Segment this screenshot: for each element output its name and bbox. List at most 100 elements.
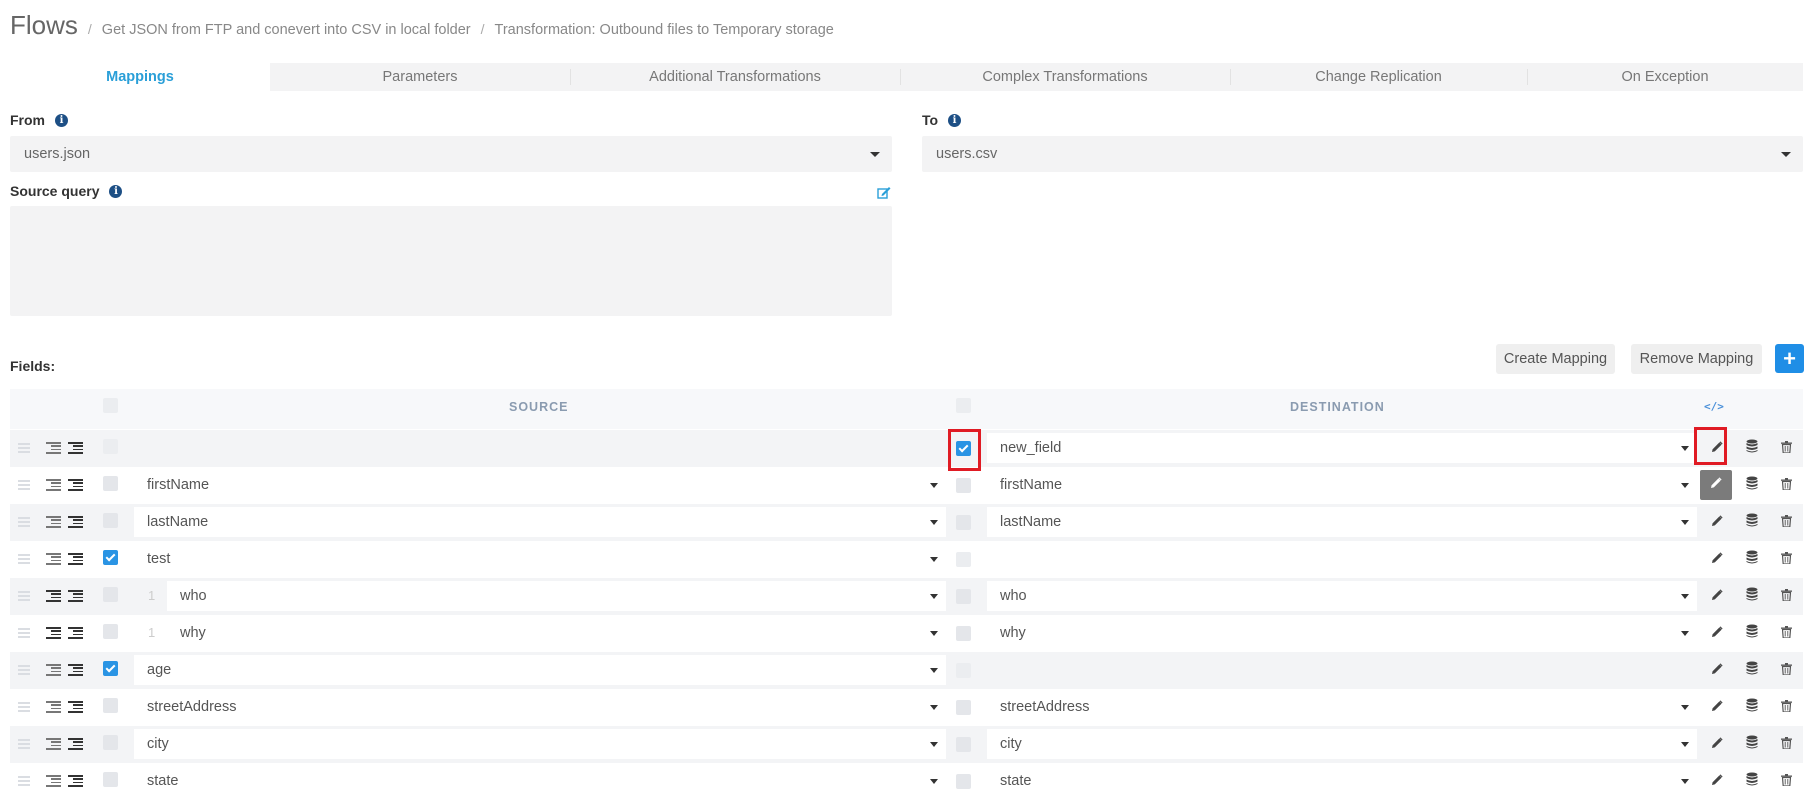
source-field-select[interactable]: firstName bbox=[134, 470, 946, 500]
edit-mapping-button[interactable] bbox=[1705, 659, 1728, 682]
edit-icon[interactable] bbox=[877, 186, 891, 200]
indent-icon[interactable] bbox=[68, 442, 83, 454]
page-title[interactable]: Flows bbox=[10, 10, 78, 41]
destination-checkbox[interactable] bbox=[956, 589, 971, 604]
edit-mapping-button[interactable] bbox=[1700, 470, 1732, 500]
indent-icon[interactable] bbox=[68, 775, 83, 787]
destination-checkbox[interactable] bbox=[956, 737, 971, 752]
source-checkbox[interactable] bbox=[103, 661, 118, 676]
info-icon[interactable]: i bbox=[55, 113, 68, 127]
code-icon[interactable]: </> bbox=[1704, 400, 1724, 413]
outdent-icon[interactable] bbox=[46, 664, 61, 676]
indent-icon[interactable] bbox=[68, 738, 83, 750]
indent-icon[interactable] bbox=[68, 590, 83, 602]
destination-field-select[interactable]: lastName bbox=[987, 507, 1697, 537]
source-checkbox[interactable] bbox=[103, 439, 118, 454]
edit-mapping-button[interactable] bbox=[1705, 770, 1728, 793]
destination-field-select[interactable]: who bbox=[987, 581, 1697, 611]
database-button[interactable] bbox=[1740, 511, 1763, 534]
database-button[interactable] bbox=[1740, 585, 1763, 608]
tab-on-exception[interactable]: On Exception bbox=[1527, 63, 1803, 91]
destination-field-select[interactable]: new_field bbox=[987, 433, 1697, 463]
source-checkbox[interactable] bbox=[103, 476, 118, 491]
edit-mapping-button[interactable] bbox=[1705, 585, 1728, 608]
outdent-icon[interactable] bbox=[46, 590, 61, 602]
source-field-select[interactable]: who bbox=[167, 581, 946, 611]
source-checkbox[interactable] bbox=[103, 513, 118, 528]
destination-field-select[interactable]: city bbox=[987, 729, 1697, 759]
destination-checkbox[interactable] bbox=[956, 552, 971, 567]
database-button[interactable] bbox=[1740, 770, 1763, 793]
drag-handle-icon[interactable] bbox=[18, 554, 30, 564]
destination-field-select[interactable]: state bbox=[987, 766, 1697, 796]
indent-icon[interactable] bbox=[68, 479, 83, 491]
edit-mapping-button[interactable] bbox=[1705, 548, 1728, 571]
drag-handle-icon[interactable] bbox=[18, 665, 30, 675]
outdent-icon[interactable] bbox=[46, 479, 61, 491]
outdent-icon[interactable] bbox=[46, 442, 61, 454]
drag-handle-icon[interactable] bbox=[18, 776, 30, 786]
indent-icon[interactable] bbox=[68, 516, 83, 528]
outdent-icon[interactable] bbox=[46, 775, 61, 787]
tab-complex-transformations[interactable]: Complex Transformations bbox=[900, 63, 1230, 91]
indent-icon[interactable] bbox=[68, 664, 83, 676]
info-icon[interactable]: i bbox=[109, 184, 123, 198]
destination-checkbox[interactable] bbox=[956, 700, 971, 715]
database-button[interactable] bbox=[1740, 696, 1763, 719]
destination-checkbox[interactable] bbox=[956, 478, 971, 493]
outdent-icon[interactable] bbox=[46, 627, 61, 639]
delete-row-button[interactable] bbox=[1775, 548, 1798, 571]
edit-mapping-button[interactable] bbox=[1705, 622, 1728, 645]
delete-row-button[interactable] bbox=[1775, 659, 1798, 682]
source-checkbox[interactable] bbox=[103, 624, 118, 639]
delete-row-button[interactable] bbox=[1775, 474, 1798, 497]
select-all-source-checkbox[interactable] bbox=[103, 398, 118, 413]
database-button[interactable] bbox=[1740, 733, 1763, 756]
edit-mapping-button[interactable] bbox=[1705, 511, 1728, 534]
drag-handle-icon[interactable] bbox=[18, 443, 30, 453]
remove-mapping-button[interactable]: Remove Mapping bbox=[1631, 344, 1762, 374]
delete-row-button[interactable] bbox=[1775, 770, 1798, 793]
delete-row-button[interactable] bbox=[1775, 622, 1798, 645]
source-checkbox[interactable] bbox=[103, 587, 118, 602]
destination-field-select[interactable]: streetAddress bbox=[987, 692, 1697, 722]
source-field-select[interactable]: state bbox=[134, 766, 946, 796]
destination-checkbox[interactable] bbox=[956, 774, 971, 789]
drag-handle-icon[interactable] bbox=[18, 628, 30, 638]
tab-mappings[interactable]: Mappings bbox=[10, 63, 270, 91]
destination-field-select[interactable]: firstName bbox=[987, 470, 1697, 500]
destination-checkbox[interactable] bbox=[956, 626, 971, 641]
outdent-icon[interactable] bbox=[46, 553, 61, 565]
database-button[interactable] bbox=[1740, 437, 1763, 460]
source-checkbox[interactable] bbox=[103, 735, 118, 750]
source-query-input[interactable] bbox=[10, 206, 892, 316]
source-field-select[interactable]: lastName bbox=[134, 507, 946, 537]
indent-icon[interactable] bbox=[68, 701, 83, 713]
select-all-destination-checkbox[interactable] bbox=[956, 398, 971, 413]
breadcrumb-flow[interactable]: Get JSON from FTP and conevert into CSV … bbox=[102, 22, 471, 38]
info-icon[interactable]: i bbox=[948, 113, 962, 127]
database-button[interactable] bbox=[1740, 659, 1763, 682]
drag-handle-icon[interactable] bbox=[18, 517, 30, 527]
database-button[interactable] bbox=[1740, 474, 1763, 497]
tab-parameters[interactable]: Parameters bbox=[270, 63, 570, 91]
drag-handle-icon[interactable] bbox=[18, 739, 30, 749]
destination-field-select[interactable]: why bbox=[987, 618, 1697, 648]
breadcrumb-transformation[interactable]: Transformation: Outbound files to Tempor… bbox=[495, 22, 834, 38]
source-field-select[interactable]: streetAddress bbox=[134, 692, 946, 722]
to-select[interactable]: users.csv bbox=[922, 136, 1803, 172]
outdent-icon[interactable] bbox=[46, 738, 61, 750]
source-field-select[interactable]: test bbox=[134, 544, 946, 574]
indent-icon[interactable] bbox=[68, 553, 83, 565]
delete-row-button[interactable] bbox=[1775, 733, 1798, 756]
indent-icon[interactable] bbox=[68, 627, 83, 639]
edit-mapping-button[interactable] bbox=[1705, 696, 1728, 719]
outdent-icon[interactable] bbox=[46, 516, 61, 528]
database-button[interactable] bbox=[1740, 622, 1763, 645]
destination-checkbox[interactable] bbox=[956, 663, 971, 678]
delete-row-button[interactable] bbox=[1775, 585, 1798, 608]
source-field-select[interactable]: age bbox=[134, 655, 946, 685]
edit-mapping-button[interactable] bbox=[1705, 733, 1728, 756]
create-mapping-button[interactable]: Create Mapping bbox=[1496, 344, 1615, 374]
source-checkbox[interactable] bbox=[103, 550, 118, 565]
